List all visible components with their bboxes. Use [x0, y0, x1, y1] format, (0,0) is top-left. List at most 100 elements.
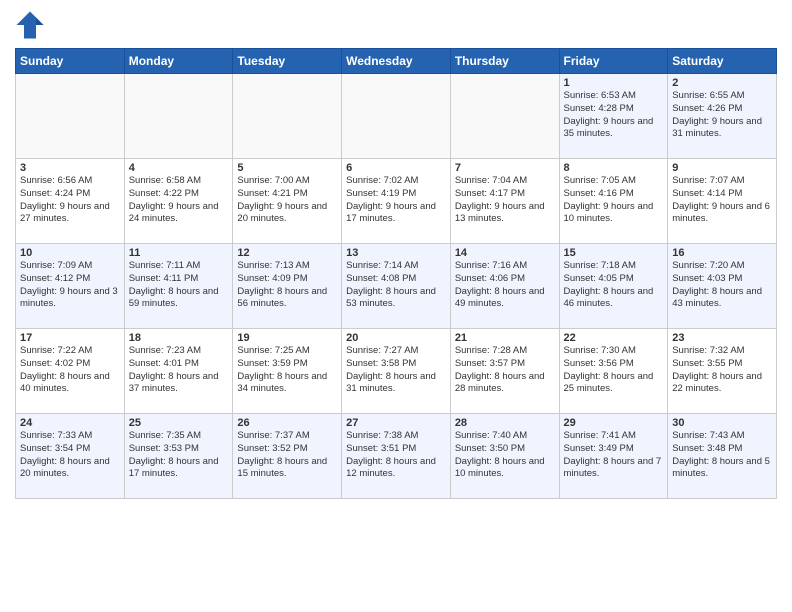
day-info: Sunrise: 7:27 AM Sunset: 3:58 PM Dayligh…: [346, 345, 446, 396]
weekday-header-row: SundayMondayTuesdayWednesdayThursdayFrid…: [16, 49, 777, 74]
calendar-cell: 25Sunrise: 7:35 AM Sunset: 3:53 PM Dayli…: [124, 414, 233, 499]
calendar-cell: 8Sunrise: 7:05 AM Sunset: 4:16 PM Daylig…: [559, 159, 668, 244]
day-number: 11: [129, 247, 229, 259]
day-info: Sunrise: 6:53 AM Sunset: 4:28 PM Dayligh…: [564, 90, 664, 141]
day-info: Sunrise: 7:00 AM Sunset: 4:21 PM Dayligh…: [237, 175, 337, 226]
day-info: Sunrise: 7:33 AM Sunset: 3:54 PM Dayligh…: [20, 430, 120, 481]
calendar-cell: 6Sunrise: 7:02 AM Sunset: 4:19 PM Daylig…: [342, 159, 451, 244]
calendar-cell: 16Sunrise: 7:20 AM Sunset: 4:03 PM Dayli…: [668, 244, 777, 329]
calendar-cell: [124, 74, 233, 159]
day-number: 3: [20, 162, 120, 174]
day-info: Sunrise: 7:30 AM Sunset: 3:56 PM Dayligh…: [564, 345, 664, 396]
day-info: Sunrise: 7:23 AM Sunset: 4:01 PM Dayligh…: [129, 345, 229, 396]
weekday-header-tuesday: Tuesday: [233, 49, 342, 74]
calendar-cell: 21Sunrise: 7:28 AM Sunset: 3:57 PM Dayli…: [450, 329, 559, 414]
day-info: Sunrise: 7:04 AM Sunset: 4:17 PM Dayligh…: [455, 175, 555, 226]
calendar-cell: 10Sunrise: 7:09 AM Sunset: 4:12 PM Dayli…: [16, 244, 125, 329]
day-info: Sunrise: 7:02 AM Sunset: 4:19 PM Dayligh…: [346, 175, 446, 226]
calendar-cell: 9Sunrise: 7:07 AM Sunset: 4:14 PM Daylig…: [668, 159, 777, 244]
weekday-header-saturday: Saturday: [668, 49, 777, 74]
calendar-cell: 17Sunrise: 7:22 AM Sunset: 4:02 PM Dayli…: [16, 329, 125, 414]
calendar-cell: 14Sunrise: 7:16 AM Sunset: 4:06 PM Dayli…: [450, 244, 559, 329]
day-number: 21: [455, 332, 555, 344]
day-number: 8: [564, 162, 664, 174]
day-number: 19: [237, 332, 337, 344]
day-number: 25: [129, 417, 229, 429]
calendar-cell: 24Sunrise: 7:33 AM Sunset: 3:54 PM Dayli…: [16, 414, 125, 499]
day-info: Sunrise: 7:41 AM Sunset: 3:49 PM Dayligh…: [564, 430, 664, 481]
day-number: 22: [564, 332, 664, 344]
calendar-cell: 19Sunrise: 7:25 AM Sunset: 3:59 PM Dayli…: [233, 329, 342, 414]
calendar-cell: [233, 74, 342, 159]
day-number: 14: [455, 247, 555, 259]
day-number: 16: [672, 247, 772, 259]
day-number: 20: [346, 332, 446, 344]
calendar-cell: 11Sunrise: 7:11 AM Sunset: 4:11 PM Dayli…: [124, 244, 233, 329]
week-row-4: 17Sunrise: 7:22 AM Sunset: 4:02 PM Dayli…: [16, 329, 777, 414]
logo-icon: [15, 10, 45, 40]
day-number: 15: [564, 247, 664, 259]
day-info: Sunrise: 7:20 AM Sunset: 4:03 PM Dayligh…: [672, 260, 772, 311]
day-number: 29: [564, 417, 664, 429]
week-row-5: 24Sunrise: 7:33 AM Sunset: 3:54 PM Dayli…: [16, 414, 777, 499]
weekday-header-sunday: Sunday: [16, 49, 125, 74]
calendar-cell: 3Sunrise: 6:56 AM Sunset: 4:24 PM Daylig…: [16, 159, 125, 244]
calendar-cell: 12Sunrise: 7:13 AM Sunset: 4:09 PM Dayli…: [233, 244, 342, 329]
calendar-table: SundayMondayTuesdayWednesdayThursdayFrid…: [15, 48, 777, 499]
calendar-cell: [342, 74, 451, 159]
day-number: 7: [455, 162, 555, 174]
day-info: Sunrise: 6:55 AM Sunset: 4:26 PM Dayligh…: [672, 90, 772, 141]
day-number: 30: [672, 417, 772, 429]
calendar-cell: 5Sunrise: 7:00 AM Sunset: 4:21 PM Daylig…: [233, 159, 342, 244]
week-row-1: 1Sunrise: 6:53 AM Sunset: 4:28 PM Daylig…: [16, 74, 777, 159]
calendar-page: SundayMondayTuesdayWednesdayThursdayFrid…: [0, 0, 792, 612]
day-number: 26: [237, 417, 337, 429]
calendar-cell: 13Sunrise: 7:14 AM Sunset: 4:08 PM Dayli…: [342, 244, 451, 329]
calendar-cell: 7Sunrise: 7:04 AM Sunset: 4:17 PM Daylig…: [450, 159, 559, 244]
day-info: Sunrise: 7:13 AM Sunset: 4:09 PM Dayligh…: [237, 260, 337, 311]
day-number: 28: [455, 417, 555, 429]
day-info: Sunrise: 7:25 AM Sunset: 3:59 PM Dayligh…: [237, 345, 337, 396]
day-info: Sunrise: 7:22 AM Sunset: 4:02 PM Dayligh…: [20, 345, 120, 396]
day-number: 2: [672, 77, 772, 89]
day-number: 24: [20, 417, 120, 429]
day-info: Sunrise: 7:43 AM Sunset: 3:48 PM Dayligh…: [672, 430, 772, 481]
calendar-cell: 29Sunrise: 7:41 AM Sunset: 3:49 PM Dayli…: [559, 414, 668, 499]
calendar-cell: 26Sunrise: 7:37 AM Sunset: 3:52 PM Dayli…: [233, 414, 342, 499]
weekday-header-friday: Friday: [559, 49, 668, 74]
weekday-header-wednesday: Wednesday: [342, 49, 451, 74]
calendar-cell: 22Sunrise: 7:30 AM Sunset: 3:56 PM Dayli…: [559, 329, 668, 414]
calendar-cell: 30Sunrise: 7:43 AM Sunset: 3:48 PM Dayli…: [668, 414, 777, 499]
day-number: 13: [346, 247, 446, 259]
day-number: 23: [672, 332, 772, 344]
day-number: 5: [237, 162, 337, 174]
day-number: 18: [129, 332, 229, 344]
calendar-cell: 23Sunrise: 7:32 AM Sunset: 3:55 PM Dayli…: [668, 329, 777, 414]
day-info: Sunrise: 7:07 AM Sunset: 4:14 PM Dayligh…: [672, 175, 772, 226]
header: [15, 10, 777, 40]
day-info: Sunrise: 7:37 AM Sunset: 3:52 PM Dayligh…: [237, 430, 337, 481]
day-info: Sunrise: 7:40 AM Sunset: 3:50 PM Dayligh…: [455, 430, 555, 481]
calendar-cell: 18Sunrise: 7:23 AM Sunset: 4:01 PM Dayli…: [124, 329, 233, 414]
day-info: Sunrise: 7:11 AM Sunset: 4:11 PM Dayligh…: [129, 260, 229, 311]
calendar-cell: 20Sunrise: 7:27 AM Sunset: 3:58 PM Dayli…: [342, 329, 451, 414]
day-info: Sunrise: 7:05 AM Sunset: 4:16 PM Dayligh…: [564, 175, 664, 226]
week-row-3: 10Sunrise: 7:09 AM Sunset: 4:12 PM Dayli…: [16, 244, 777, 329]
day-info: Sunrise: 7:09 AM Sunset: 4:12 PM Dayligh…: [20, 260, 120, 311]
day-info: Sunrise: 7:35 AM Sunset: 3:53 PM Dayligh…: [129, 430, 229, 481]
day-info: Sunrise: 7:16 AM Sunset: 4:06 PM Dayligh…: [455, 260, 555, 311]
day-number: 10: [20, 247, 120, 259]
calendar-cell: 1Sunrise: 6:53 AM Sunset: 4:28 PM Daylig…: [559, 74, 668, 159]
day-number: 12: [237, 247, 337, 259]
calendar-cell: 15Sunrise: 7:18 AM Sunset: 4:05 PM Dayli…: [559, 244, 668, 329]
weekday-header-monday: Monday: [124, 49, 233, 74]
calendar-cell: [450, 74, 559, 159]
day-info: Sunrise: 6:58 AM Sunset: 4:22 PM Dayligh…: [129, 175, 229, 226]
calendar-cell: 28Sunrise: 7:40 AM Sunset: 3:50 PM Dayli…: [450, 414, 559, 499]
calendar-cell: [16, 74, 125, 159]
day-number: 27: [346, 417, 446, 429]
day-number: 9: [672, 162, 772, 174]
day-number: 17: [20, 332, 120, 344]
day-number: 4: [129, 162, 229, 174]
day-number: 6: [346, 162, 446, 174]
